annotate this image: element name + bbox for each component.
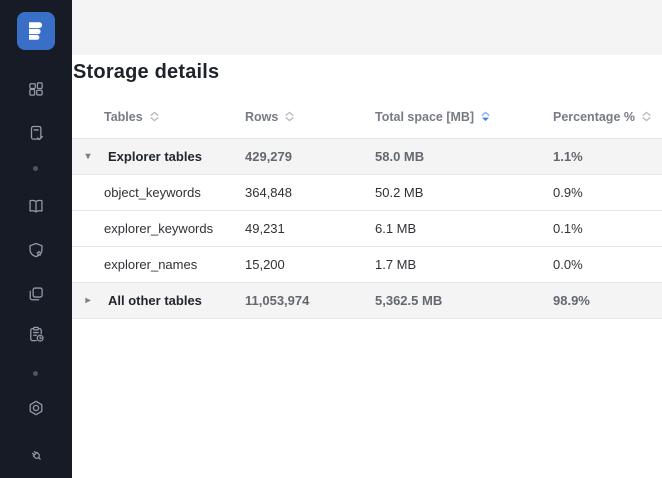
sidebar	[0, 0, 72, 478]
app-logo[interactable]	[17, 12, 55, 50]
logo-glyph	[29, 22, 43, 40]
cell-table-name: All other tables	[108, 293, 202, 308]
sort-icon-active	[479, 110, 492, 123]
column-label: Rows	[245, 109, 279, 124]
table-row: object_keywords 364,848 50.2 MB 0.9%	[72, 175, 662, 211]
cell-total-space: 6.1 MB	[375, 221, 417, 236]
sort-icon	[640, 110, 653, 123]
cell-table-name: object_keywords	[104, 185, 201, 200]
cell-total-space: 1.7 MB	[375, 257, 417, 272]
column-label: Percentage %	[553, 109, 635, 124]
column-header-percentage[interactable]: Percentage %	[553, 110, 662, 124]
sort-icon	[148, 110, 161, 123]
top-header-band	[72, 0, 662, 55]
column-header-tables[interactable]: Tables	[104, 110, 245, 124]
cell-rows: 429,279	[245, 149, 292, 164]
storage-table: Tables Rows Total space [MB] Percentage …	[72, 95, 662, 319]
cell-percentage: 98.9%	[553, 293, 590, 308]
table-header-row: Tables Rows Total space [MB] Percentage …	[72, 95, 662, 139]
dashboard-icon[interactable]	[27, 80, 45, 98]
cell-total-space: 58.0 MB	[375, 149, 425, 164]
main-content: Storage details Tables Rows Total space …	[72, 0, 662, 478]
expand-caret[interactable]: ▾	[81, 151, 95, 162]
folders-icon[interactable]	[27, 285, 45, 303]
cell-percentage: 0.0%	[553, 257, 583, 272]
cell-total-space: 5,362.5 MB	[375, 293, 443, 308]
cell-rows: 15,200	[245, 257, 285, 272]
column-label: Tables	[104, 109, 143, 124]
table-row[interactable]: ▾ Explorer tables 429,279 58.0 MB 1.1%	[72, 139, 662, 175]
column-header-total-space[interactable]: Total space [MB]	[375, 110, 553, 124]
clipboard-clock-icon[interactable]	[27, 325, 45, 343]
cell-table-name: Explorer tables	[108, 149, 202, 164]
hexagon-settings-icon[interactable]	[27, 399, 45, 417]
column-header-rows[interactable]: Rows	[245, 110, 375, 124]
document-check-icon[interactable]	[27, 124, 45, 142]
cell-total-space: 50.2 MB	[375, 185, 424, 200]
plug-icon[interactable]	[27, 446, 45, 464]
table-row[interactable]: ▸ All other tables 11,053,974 5,362.5 MB…	[72, 283, 662, 319]
table-row: explorer_names 15,200 1.7 MB 0.0%	[72, 247, 662, 283]
table-row: explorer_keywords 49,231 6.1 MB 0.1%	[72, 211, 662, 247]
cell-percentage: 0.1%	[553, 221, 583, 236]
expand-caret[interactable]: ▸	[81, 295, 95, 306]
page-title: Storage details	[73, 61, 220, 83]
table-body: ▾ Explorer tables 429,279 58.0 MB 1.1% o…	[72, 139, 662, 319]
separator-dot	[33, 166, 38, 171]
cell-rows: 11,053,974	[245, 293, 310, 308]
cell-table-name: explorer_keywords	[104, 221, 214, 236]
cell-rows: 364,848	[245, 185, 292, 200]
column-label: Total space [MB]	[375, 109, 475, 124]
sort-icon	[283, 110, 296, 123]
cell-percentage: 0.9%	[553, 185, 583, 200]
separator-dot	[33, 371, 38, 376]
cell-percentage: 1.1%	[553, 149, 583, 164]
cell-table-name: explorer_names	[104, 257, 198, 272]
shield-star-icon[interactable]	[27, 241, 45, 259]
book-icon[interactable]	[27, 197, 45, 215]
app-window: Storage details Tables Rows Total space …	[0, 0, 662, 478]
cell-rows: 49,231	[245, 221, 285, 236]
